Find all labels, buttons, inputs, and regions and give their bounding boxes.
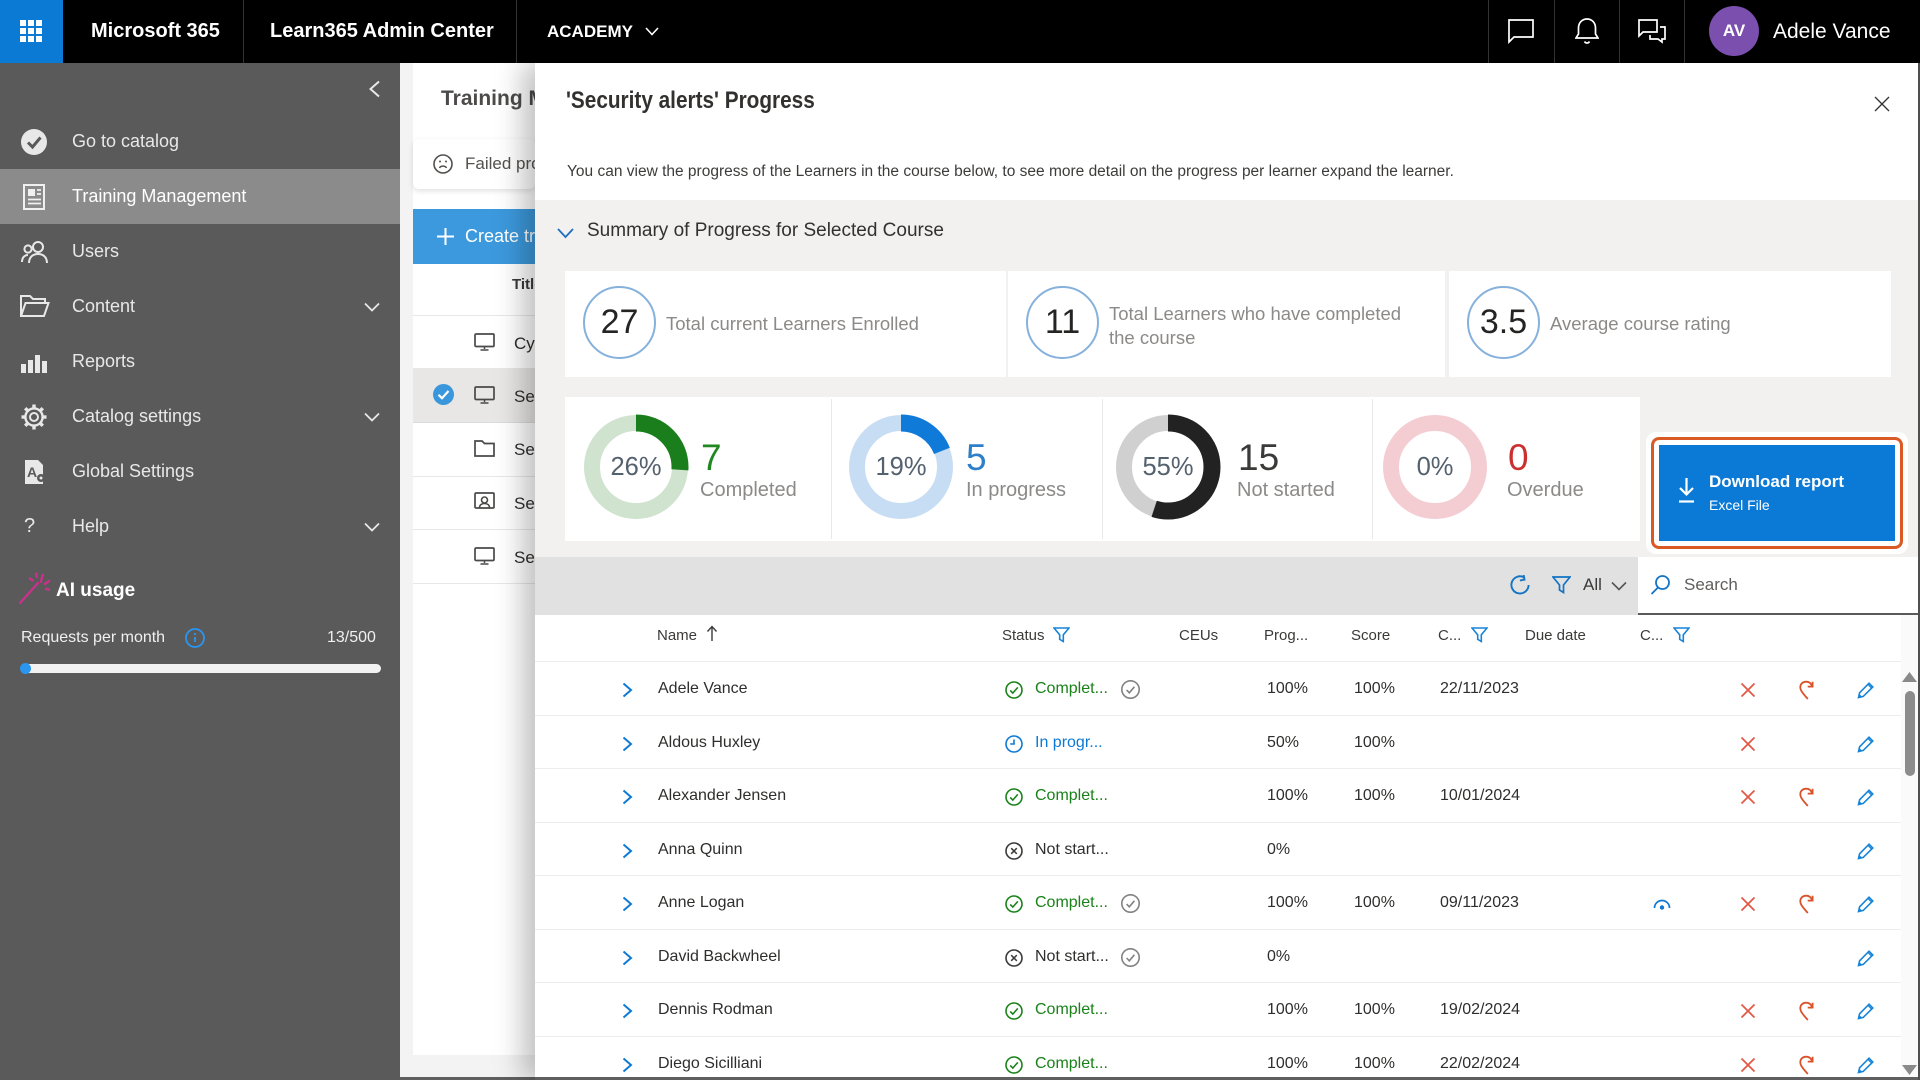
- svg-text:A: A: [27, 464, 37, 480]
